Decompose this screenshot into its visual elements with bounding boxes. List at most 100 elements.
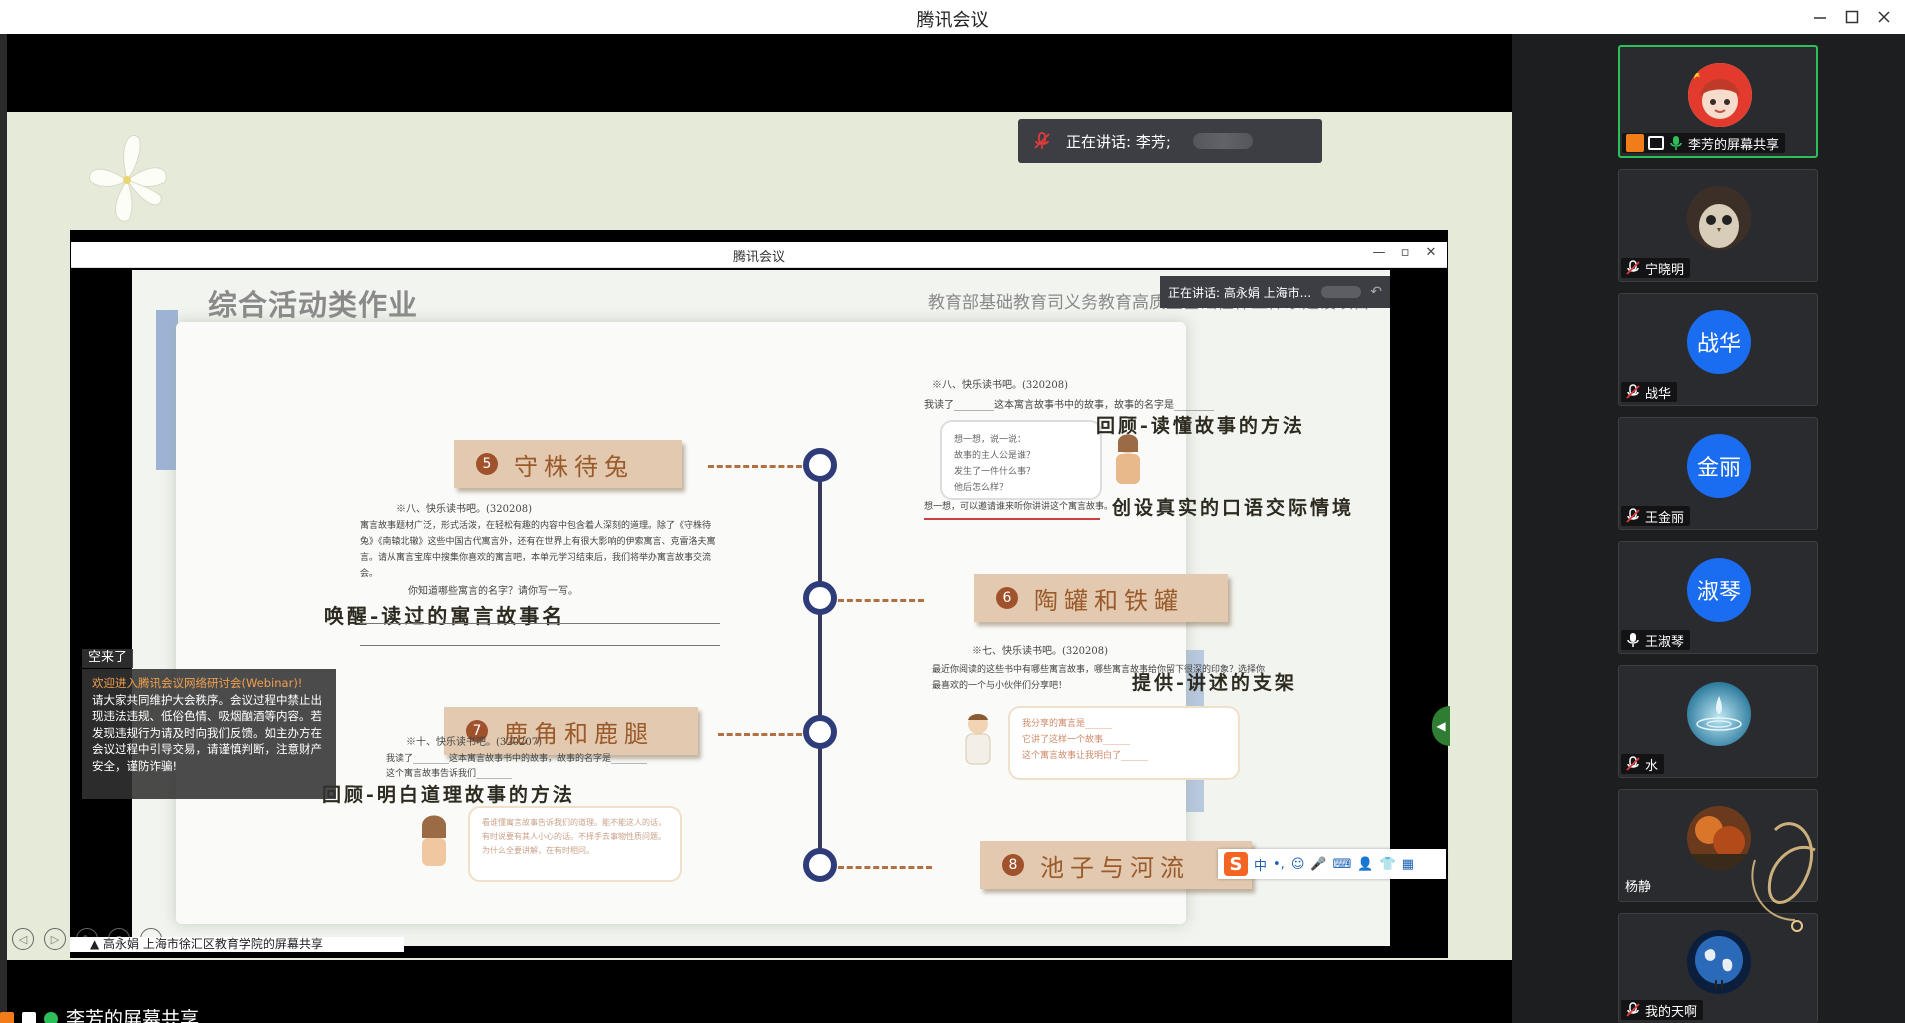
chat-welcome: 欢迎进入腾讯会议网络研讨会(Webinar)! (92, 676, 303, 690)
user-icon (0, 1012, 14, 1023)
participant-name: 战华 (1645, 386, 1672, 402)
mic-muted-icon (1626, 756, 1640, 771)
handwritten-note: 提供-讲述的支架 (1132, 672, 1297, 694)
chat-notice-overlay: 空来了 欢迎进入腾讯会议网络研讨会(Webinar)! 请大家共同维护大会秩序。… (82, 649, 336, 799)
handwritten-note: 唤醒-读过的寓言故事名 (324, 604, 566, 628)
participant-tile[interactable]: 金丽 王金丽 (1618, 417, 1818, 530)
reading-question: 你知道哪些寓言的名字？请你写一写。 (408, 586, 578, 597)
ime-chinese-mode[interactable]: 中 (1254, 855, 1267, 874)
bottom-share-label: 李芳的屏幕共享 (0, 1004, 520, 1023)
ime-keyboard-icon[interactable]: ⌨ (1333, 857, 1352, 872)
host-icon (1626, 134, 1644, 152)
avatar (1687, 682, 1751, 746)
teacher-illustration-icon (1116, 434, 1140, 484)
speaking-label: 正在讲话: 李芳; (1066, 132, 1171, 151)
ime-toolbox-icon[interactable]: ▦ (1402, 857, 1414, 872)
tag-label: 池子与河流 (1040, 853, 1190, 882)
reading-prompt: ※七、快乐读书吧。(320208) (972, 646, 1108, 657)
nameplate: 我的天啊 (1621, 1000, 1704, 1020)
screen-share-icon (22, 1012, 36, 1023)
connector-dash (718, 733, 802, 736)
inner-speaking-label: 正在讲话: 高永娟 上海市... (1168, 285, 1312, 300)
bubble-line: 它讲了这样一个故事______ (1022, 735, 1131, 745)
speech-bubble: 我分享的寓言是______ 它讲了这样一个故事______ 这个寓言故事让我明白… (1008, 706, 1240, 780)
mic-muted-icon (1034, 132, 1050, 149)
ime-skin-icon[interactable]: 👕 (1380, 857, 1396, 872)
input-method-toolbar[interactable]: S 中 •, ☺ 🎤 ⌨ 👤 👕 ▦ (1218, 849, 1446, 879)
mic-icon (1627, 633, 1639, 647)
participant-tile[interactable]: 淑琴 王淑琴 (1618, 541, 1818, 654)
handwritten-note: 回顾-明白道理故事的方法 (322, 784, 575, 806)
ime-emoji-icon[interactable]: ☺ (1291, 857, 1305, 872)
reading-prompt: ※八、快乐读书吧。(320208) (932, 380, 1068, 391)
participant-tile[interactable]: 水 (1618, 665, 1818, 778)
tag-number: 5 (476, 453, 498, 475)
bubble-line: 发生了一件什么事？ (954, 467, 1036, 477)
tag-number: 8 (1002, 854, 1024, 876)
nameplate: 宁晓明 (1621, 258, 1691, 278)
close-icon (1878, 11, 1890, 23)
reading-body: 寓言故事题材广泛，形式活泼，在轻松有趣的内容中包含着人深刻的道理。除了《守株待兔… (360, 521, 716, 579)
timeline-line (818, 475, 822, 871)
nameplate: 战华 (1621, 382, 1678, 402)
mic-muted-icon (1626, 384, 1640, 399)
participant-name: 宁晓明 (1645, 262, 1685, 278)
invite-note: 想一想，可以邀请谁来听你讲讲这个寓言故事。 (924, 502, 1114, 512)
avatar: 淑琴 (1687, 558, 1751, 622)
inner-close-icon[interactable]: ✕ (1421, 245, 1441, 265)
prev-arrow-icon[interactable]: ◁ (12, 928, 34, 950)
minimize-icon (1814, 17, 1826, 19)
reading-prompt: ※八、快乐读书吧。(320208) (396, 504, 532, 515)
participant-name: 杨静 (1625, 880, 1652, 895)
inner-speaking-blur (1321, 286, 1362, 298)
tag-number: 6 (996, 587, 1018, 609)
bubble-line: 想一想，说一说： (954, 435, 1027, 445)
bubble-line: 故事的主人公是谁？ (954, 451, 1036, 461)
inner-share-label: ▲ 高永娟 上海市徐汇区教育学院的屏幕共享 (70, 937, 404, 952)
signature-watermark-icon (1751, 822, 1816, 932)
reply-arrow-icon[interactable]: ↶ (1370, 284, 1382, 300)
window-title-bar: 腾讯会议 (0, 0, 1905, 34)
maximize-icon (1845, 10, 1859, 24)
lily-flower-icon (89, 134, 167, 222)
bubble-line: 我分享的寓言是______ (1022, 719, 1113, 729)
connector-dash (708, 465, 802, 468)
inner-restore-icon[interactable]: ▫ (1395, 245, 1415, 265)
left-edge-strip (0, 34, 7, 1023)
inner-title-bar: 腾讯会议 — ▫ ✕ (71, 242, 1447, 268)
student-illustration-icon (965, 714, 991, 765)
participant-tile[interactable]: 战华 战华 (1618, 293, 1818, 406)
reading-body: 我读了________这本寓言故事书中的故事，故事的名字是________ (386, 754, 648, 764)
story-tag: 5 守株待兔 (454, 440, 682, 488)
avatar: 战华 (1687, 310, 1751, 374)
story-tag: 6 陶罐和铁罐 (974, 574, 1228, 622)
inner-minimize-icon[interactable]: — (1369, 245, 1389, 265)
slide-decoration-bar (156, 310, 178, 470)
sogou-logo-icon: S (1224, 852, 1248, 876)
next-arrow-icon[interactable]: ▷ (44, 928, 66, 950)
thinking-bubble: 想一想，说一说： 故事的主人公是谁？ 发生了一件什么事？ 他后怎么样？ (940, 420, 1102, 500)
participant-tile[interactable]: 宁晓明 (1618, 169, 1818, 282)
red-underline (924, 518, 1100, 520)
timeline-node (803, 848, 837, 882)
handwritten-note: 回顾-读懂故事的方法 (1096, 415, 1305, 437)
avatar (1688, 63, 1752, 127)
participant-tile[interactable]: 李芳的屏幕共享 (1618, 45, 1818, 158)
mic-muted-icon (1626, 1002, 1640, 1017)
ime-punctuation-icon[interactable]: •, (1273, 857, 1285, 872)
bottom-share-text: 李芳的屏幕共享 (66, 1008, 200, 1023)
ime-user-icon[interactable]: 👤 (1357, 857, 1373, 872)
speaking-more-blur (1192, 133, 1253, 149)
close-button[interactable] (1864, 0, 1904, 34)
ime-voice-icon[interactable]: 🎤 (1310, 857, 1326, 872)
participant-name: 水 (1645, 758, 1659, 774)
timeline-node (803, 715, 837, 749)
bubble-line: 他后怎么样？ (954, 483, 1009, 493)
bubble-line: 这个寓言故事让我明白了______ (1022, 751, 1149, 761)
tag-label: 守株待兔 (514, 452, 634, 481)
nameplate: 王金丽 (1621, 506, 1691, 526)
participant-name: 王淑琴 (1645, 634, 1685, 650)
girl-avatar-icon (1688, 63, 1752, 127)
water-drop-avatar-icon (1687, 682, 1751, 746)
timeline-node (803, 581, 837, 615)
